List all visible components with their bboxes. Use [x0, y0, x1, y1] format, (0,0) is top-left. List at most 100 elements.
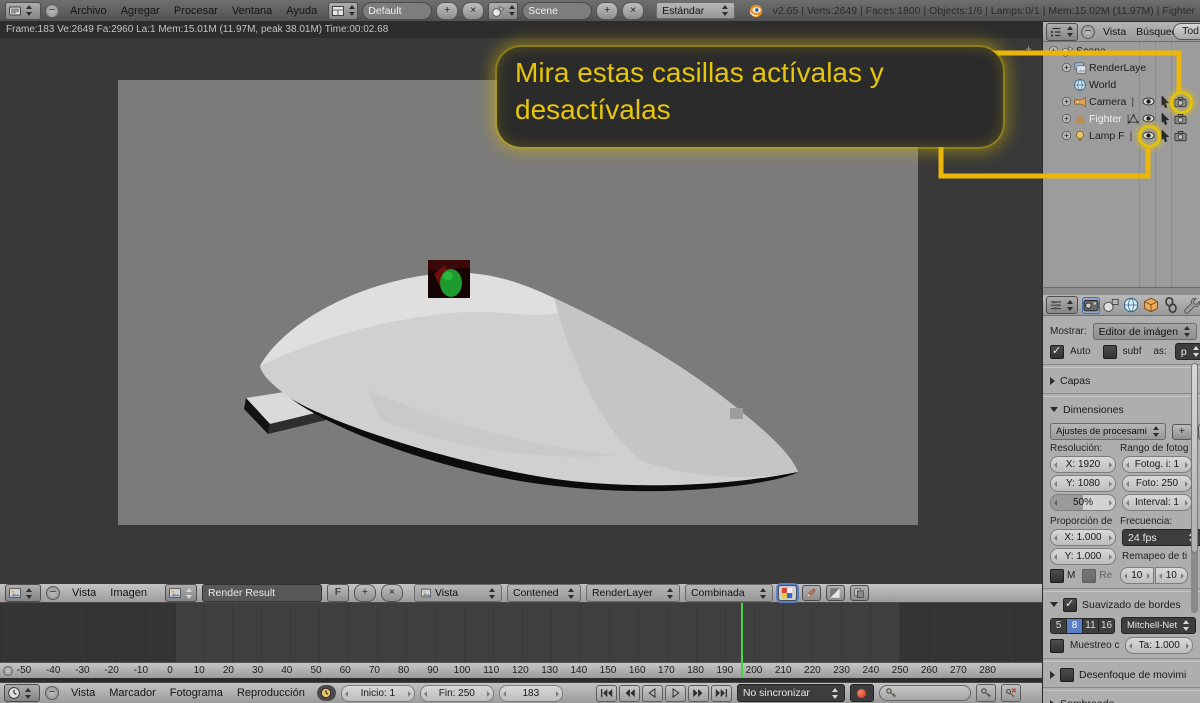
new-image-button[interactable]: +	[353, 584, 376, 602]
add-scene-button[interactable]: +	[596, 1, 619, 20]
play-reverse-button[interactable]	[641, 684, 663, 702]
outliner-item-camera[interactable]: Camera |	[1043, 91, 1200, 114]
scene-icon-button[interactable]	[488, 1, 519, 20]
collapse-menus-icon[interactable]	[45, 3, 59, 18]
aa-samples-11-button[interactable]: 11	[1083, 618, 1099, 633]
scene-field[interactable]: Scene	[522, 1, 593, 20]
scrollbar-thumb[interactable]	[1191, 363, 1198, 553]
panel-dimensiones[interactable]: Dimensiones	[1050, 401, 1193, 418]
outliner-menu-vista[interactable]: Vista	[1098, 26, 1131, 38]
copy-image-toggle[interactable]	[849, 585, 869, 601]
motion-blur-checkbox[interactable]	[1060, 667, 1074, 682]
ruler-knob-icon[interactable]	[3, 666, 13, 676]
jump-last-button[interactable]	[710, 684, 732, 702]
expand-icon[interactable]	[1060, 112, 1073, 125]
keying-set-field[interactable]	[878, 685, 971, 701]
insert-keyframe-button[interactable]	[975, 684, 996, 702]
restrict-camera-toggle[interactable]	[1174, 112, 1187, 125]
aa-size-slider[interactable]: Ta: 1.000	[1125, 637, 1193, 654]
auto-checkbox[interactable]	[1050, 344, 1064, 359]
fast-forward-button[interactable]	[687, 684, 709, 702]
panel-desenfoque[interactable]: Desenfoque de movimi	[1050, 666, 1193, 683]
editor-type-selector-properties[interactable]	[1046, 296, 1078, 314]
frame-end-field[interactable]: Foto: 250	[1122, 475, 1192, 492]
render-preset-dropdown[interactable]: Ajustes de procesami	[1050, 423, 1166, 440]
frame-step-field[interactable]: Interval: 1	[1122, 494, 1192, 511]
frame-start-field[interactable]: Fotog. i: 1	[1122, 456, 1192, 473]
full-sample-checkbox[interactable]	[1050, 638, 1064, 653]
fake-user-button[interactable]: F	[326, 584, 349, 602]
properties-tab-object[interactable]	[1142, 297, 1160, 314]
timeline-collapse-menus-icon[interactable]	[45, 686, 59, 700]
render-pass-dropdown[interactable]: Combinada	[684, 584, 773, 602]
expand-icon[interactable]	[1047, 44, 1060, 57]
image-paint-toggle[interactable]	[801, 585, 821, 601]
sync-mode-dropdown[interactable]: No sincronizar	[736, 684, 845, 702]
panel-capas[interactable]: Capas	[1050, 372, 1193, 389]
outliner-filter-dropdown[interactable]: Tod	[1173, 23, 1200, 40]
editor-type-selector-info[interactable]	[5, 1, 41, 20]
container-dropdown[interactable]: Contened	[506, 584, 581, 602]
timeline-playhead[interactable]	[741, 603, 743, 678]
screen-layout-field[interactable]: Default	[362, 1, 433, 20]
playback-range-lock-toggle[interactable]	[316, 685, 336, 701]
crop-checkbox[interactable]	[1082, 568, 1097, 583]
restrict-meshdata-toggle[interactable]	[1127, 112, 1140, 125]
unlink-image-button[interactable]: ×	[380, 584, 403, 602]
aa-samples-16-button[interactable]: 16	[1099, 618, 1114, 633]
restrict-eye-toggle[interactable]	[1142, 95, 1155, 108]
timeline-menu-fotograma[interactable]: Fotograma	[163, 687, 230, 699]
frame-start-input[interactable]: Inicio: 1	[340, 684, 415, 702]
record-button[interactable]	[849, 684, 874, 702]
timeline-menu-marcador[interactable]: Marcador	[102, 687, 162, 699]
image-menu-imagen[interactable]: Imagen	[103, 587, 154, 599]
editor-type-selector-timeline[interactable]	[4, 684, 40, 702]
area-split-plus-icon[interactable]: +	[1025, 42, 1032, 56]
frame-end-input[interactable]: Fin: 250	[419, 684, 494, 702]
outliner-item-world[interactable]: World	[1043, 76, 1200, 93]
menu-archivo[interactable]: Archivo	[63, 5, 114, 17]
properties-tab-constraint[interactable]	[1162, 296, 1180, 314]
expand-icon[interactable]	[1060, 61, 1073, 74]
properties-scrollbar[interactable]	[1191, 363, 1198, 613]
image-datablock-icon-button[interactable]	[164, 584, 197, 602]
aa-filter-dropdown[interactable]: Mitchell-Net	[1121, 617, 1197, 634]
resolution-percentage-slider[interactable]: 50%	[1050, 494, 1116, 511]
properties-tab-scene[interactable]	[1102, 297, 1120, 314]
outliner-collapse-menus-icon[interactable]	[1081, 24, 1095, 39]
properties-tab-world[interactable]	[1122, 297, 1140, 314]
editor-type-selector-outliner[interactable]	[1046, 22, 1078, 41]
play-button[interactable]	[664, 684, 686, 702]
fps-dropdown[interactable]: 24 fps	[1122, 529, 1200, 546]
panel-suavizado[interactable]: Suavizado de bordes	[1050, 596, 1193, 613]
menu-ayuda[interactable]: Ayuda	[279, 5, 324, 17]
border-checkbox[interactable]	[1050, 568, 1064, 583]
as-dropdown[interactable]: p	[1174, 343, 1200, 360]
aa-samples-8-button[interactable]: 8	[1067, 618, 1083, 633]
rewind-button[interactable]	[618, 684, 640, 702]
color-ramp-toggle[interactable]	[825, 585, 845, 601]
restrict-eye-toggle[interactable]	[1138, 125, 1161, 148]
properties-tab-modifier[interactable]	[1182, 297, 1200, 314]
antialias-checkbox[interactable]	[1063, 597, 1077, 612]
outliner-item-scene[interactable]: Scene	[1043, 42, 1200, 59]
aspect-x-field[interactable]: X: 1.000	[1050, 529, 1116, 546]
restrict-cursor-toggle[interactable]	[1158, 112, 1171, 125]
display-channels-color-toggle[interactable]	[777, 585, 797, 601]
render-engine-dropdown[interactable]: Estándar	[656, 2, 735, 19]
aa-samples-5-button[interactable]: 5	[1051, 618, 1067, 633]
timeline-menu-vista[interactable]: Vista	[64, 687, 102, 699]
outliner-item-renderlaye[interactable]: RenderLaye	[1043, 59, 1200, 76]
subframes-checkbox[interactable]	[1102, 344, 1117, 359]
close-layout-button[interactable]: ×	[462, 1, 485, 20]
outliner-item-lamp-f[interactable]: Lamp F |	[1043, 125, 1200, 148]
expand-icon[interactable]	[1060, 129, 1073, 142]
remap-old-field[interactable]: 10	[1120, 567, 1154, 584]
image-name-field[interactable]: Render Result	[201, 584, 322, 602]
add-preset-button[interactable]: +	[1171, 423, 1192, 440]
restrict-eye-toggle[interactable]	[1142, 112, 1155, 125]
timeline-menu-reproducci-n[interactable]: Reproducción	[230, 687, 312, 699]
menu-agregar[interactable]: Agregar	[114, 5, 167, 17]
timeline-tracks-area[interactable]	[0, 603, 1042, 662]
screen-layout-icon-button[interactable]	[328, 1, 359, 20]
